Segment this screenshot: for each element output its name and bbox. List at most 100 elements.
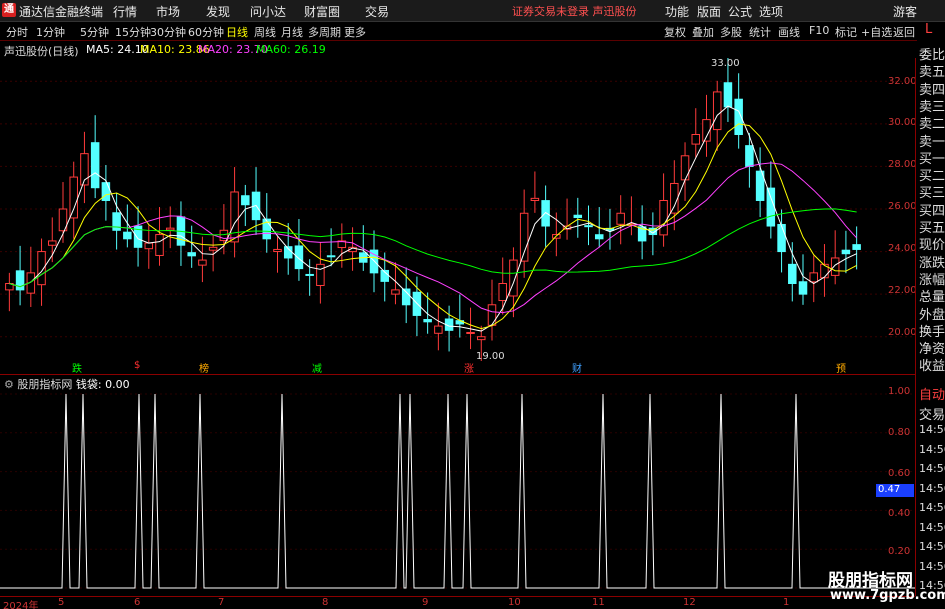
quote-panel-label: 买三: [919, 186, 945, 202]
period-daily[interactable]: 日线: [226, 24, 248, 40]
price-tick: 30.00: [888, 117, 917, 128]
quote-panel-label: 涨幅: [919, 272, 945, 288]
candle-body: [487, 304, 497, 326]
tool-zixuan[interactable]: +自选: [861, 24, 892, 40]
period-60min[interactable]: 60分钟: [188, 24, 224, 40]
x-tick: 9: [422, 597, 429, 608]
candle-body: [509, 259, 518, 297]
event-marker[interactable]: 涨: [464, 360, 474, 375]
menu-caifuquan[interactable]: 财富圈: [304, 3, 340, 20]
candle-body: [305, 273, 314, 276]
event-marker[interactable]: 减: [312, 360, 322, 375]
app-name: 通达信金融终端: [19, 5, 104, 19]
x-tick: 11: [592, 597, 605, 608]
ma60-label: MA60: 26.19: [256, 43, 326, 56]
tool-fuquan[interactable]: 复权: [664, 24, 686, 40]
candle-body: [519, 212, 529, 262]
tool-biaoji[interactable]: 标记: [835, 24, 857, 40]
x-tick: 10: [508, 597, 521, 608]
event-marker[interactable]: 财: [572, 360, 582, 375]
candle-body: [466, 331, 475, 334]
quote-panel-label: 收益: [919, 359, 945, 375]
candle-body: [48, 240, 57, 246]
x-tick: 7: [218, 597, 225, 608]
candle-body: [391, 289, 400, 295]
sub-tick: 1.00: [888, 386, 911, 397]
candle-body: [423, 319, 432, 323]
period-multi[interactable]: 多周期: [308, 24, 341, 40]
menu-banmian[interactable]: 版面: [697, 3, 721, 20]
menu-gongshi[interactable]: 公式: [728, 3, 752, 20]
event-marker[interactable]: 榜: [199, 360, 209, 375]
period-15min[interactable]: 15分钟: [115, 24, 151, 40]
trade-panel-label[interactable]: 交易: [919, 404, 945, 423]
menu-gongneng[interactable]: 功能: [665, 3, 689, 20]
candle-body: [584, 225, 593, 228]
tool-tongji[interactable]: 统计: [749, 24, 771, 40]
x-axis: 2024年 5 6 7 8 9 10 11 12 1: [0, 596, 915, 609]
candle-body: [745, 145, 754, 167]
quote-panel-label: 买二: [919, 169, 945, 185]
panel-toggle[interactable]: L: [917, 22, 945, 41]
candle-body: [219, 229, 229, 242]
tool-huaxian[interactable]: 画线: [778, 24, 800, 40]
quote-panel-label: 外盘: [919, 307, 945, 323]
event-marker[interactable]: 跌: [72, 360, 82, 375]
tool-duogu[interactable]: 多股: [720, 24, 742, 40]
candle-body: [208, 246, 218, 251]
event-marker[interactable]: $: [134, 360, 140, 371]
price-tick: 24.00: [888, 243, 917, 254]
quote-panel-label: 买四: [919, 203, 945, 219]
period-fenshi[interactable]: 分时: [6, 24, 28, 40]
menu-wenxiaoda[interactable]: 问小达: [250, 3, 286, 20]
x-tick: 12: [683, 597, 696, 608]
menu-shichang[interactable]: 市场: [156, 3, 180, 20]
candle-body: [187, 252, 196, 257]
kline-chart[interactable]: [0, 58, 915, 376]
candle-body: [90, 142, 100, 189]
pane-divider[interactable]: [0, 374, 915, 375]
candle-body: [198, 259, 207, 266]
quote-panel-label: 委比: [919, 48, 945, 63]
indicator-chart[interactable]: [0, 390, 915, 595]
price-tick: 28.00: [888, 159, 917, 170]
period-1min[interactable]: 1分钟: [36, 24, 65, 40]
price-tick: 26.00: [888, 201, 917, 212]
period-30min[interactable]: 30分钟: [150, 24, 186, 40]
period-weekly[interactable]: 周线: [254, 24, 276, 40]
tool-diejia[interactable]: 叠加: [692, 24, 714, 40]
trade-panel-label: 14:56: [919, 520, 945, 534]
candle-body: [594, 234, 604, 240]
candle-body: [165, 227, 175, 231]
candle-body: [434, 325, 443, 334]
trade-panel-label: 14:56: [919, 442, 945, 456]
quote-panel-label: 换手: [919, 324, 945, 340]
candle-body: [573, 214, 583, 219]
price-tick: 22.00: [888, 285, 917, 296]
tool-f10[interactable]: F10: [809, 24, 829, 37]
trade-panel-label[interactable]: 自动: [919, 384, 945, 403]
menu-xuanxiang[interactable]: 选项: [759, 3, 783, 20]
quote-panel-label: 卖二: [919, 117, 945, 133]
price-tick: 20.00: [888, 327, 917, 338]
menu-jiaoyi[interactable]: 交易: [365, 3, 389, 20]
quote-panel-label: 卖四: [919, 82, 945, 98]
period-5min[interactable]: 5分钟: [80, 24, 109, 40]
x-tick: 6: [134, 597, 141, 608]
period-monthly[interactable]: 月线: [281, 24, 303, 40]
period-more[interactable]: 更多: [344, 24, 366, 40]
quote-panel-label: 涨跌: [919, 255, 945, 271]
candle-body: [841, 249, 851, 255]
menu-hangqing[interactable]: 行情: [113, 3, 137, 20]
trade-panel-label: 14:56: [919, 462, 945, 475]
tool-fanhui[interactable]: 返回: [893, 24, 915, 40]
app-logo-icon: 通: [2, 3, 16, 17]
ma5-line: [9, 105, 857, 332]
candle-body: [155, 234, 164, 256]
sub-tick: 0.40: [888, 508, 911, 519]
login-notice[interactable]: 证券交易未登录 声迅股份: [512, 3, 637, 19]
menu-faxian[interactable]: 发现: [206, 3, 230, 20]
menu-youke[interactable]: 游客: [893, 3, 917, 20]
event-marker[interactable]: 预: [836, 360, 846, 375]
candle-body: [712, 91, 722, 131]
